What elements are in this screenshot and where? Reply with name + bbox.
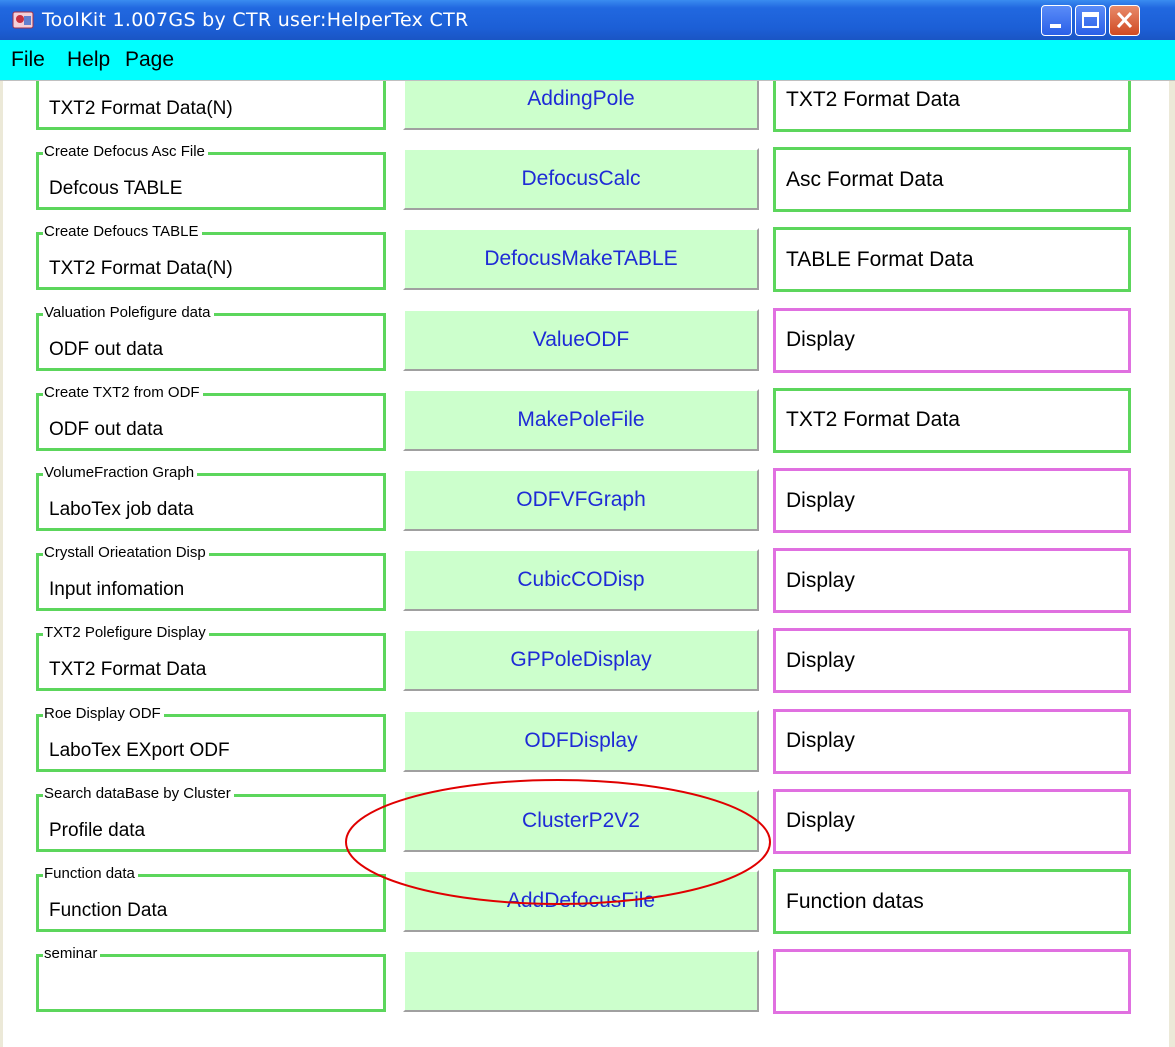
action-button[interactable]: ODFVFGraph (403, 469, 759, 531)
group-input-label: LaboTex job data (49, 499, 194, 520)
input-group: Create TXT2 from ODF ODF out data (36, 383, 386, 451)
menu-help[interactable]: Help (67, 48, 110, 72)
group-input-label: Function Data (49, 900, 168, 921)
output-format-box: TABLE Format Data (773, 227, 1131, 293)
group-input-label: TXT2 Format Data(N) (49, 98, 233, 119)
group-title: Roe Display ODF (43, 704, 164, 722)
input-group: Create Defoucs TABLE TXT2 Format Data(N) (36, 223, 386, 291)
output-display-box: Display (773, 788, 1131, 854)
output-display-box: Display (773, 307, 1131, 373)
tool-panel: Avarege of PoleFigureTXT2 Format Data(N)… (3, 81, 1169, 1047)
input-group: Roe Display ODF LaboTex EXport ODF (36, 704, 386, 772)
output-format-box: TXT2 Format Data (773, 81, 1131, 132)
window-title: ToolKit 1.007GS by CTR user:HelperTex CT… (42, 9, 469, 31)
group-title: Crystall Orieatation Disp (43, 544, 209, 562)
action-button[interactable]: AddingPole (403, 81, 759, 130)
input-group: Avarege of PoleFigureTXT2 Format Data(N) (36, 81, 386, 130)
input-group: Search dataBase by Cluster Profile data (36, 784, 386, 852)
group-title: seminar (43, 945, 101, 963)
input-group: Function data Function Data (36, 865, 386, 932)
output-display-box: Display (773, 708, 1131, 774)
output-format-box: Function datas (773, 869, 1131, 934)
close-button[interactable] (1109, 5, 1140, 36)
action-button[interactable]: CubicCODisp (403, 549, 759, 612)
action-button[interactable]: ODFDisplay (403, 709, 759, 772)
action-button[interactable]: ClusterP2V2 (403, 789, 759, 852)
output-display-box (773, 949, 1131, 1015)
action-button[interactable]: GPPoleDisplay (403, 629, 759, 692)
minimize-icon (1050, 24, 1061, 28)
input-group: TXT2 Polefigure Display TXT2 Format Data (36, 624, 386, 692)
output-display-box: Display (773, 628, 1131, 694)
input-group: Valuation Polefigure data ODF out data (36, 303, 386, 371)
output-display-box: Display (773, 468, 1131, 533)
maximize-button[interactable] (1075, 5, 1106, 36)
app-icon (12, 11, 34, 29)
title-bar: ToolKit 1.007GS by CTR user:HelperTex CT… (0, 0, 1175, 40)
close-icon (1116, 11, 1133, 29)
group-input-label: ODF out data (49, 418, 164, 440)
action-button[interactable]: DefocusCalc (403, 148, 759, 211)
input-group: Create Defocus Asc File Defcous TABLE (36, 143, 386, 211)
group-title: Valuation Polefigure data (43, 303, 214, 321)
output-display-box: Display (773, 548, 1131, 614)
group-input-label: Input infomation (49, 579, 185, 601)
group-title: Create Defoucs TABLE (43, 223, 202, 241)
action-button[interactable]: MakePoleFile (403, 388, 759, 451)
maximize-icon (1082, 12, 1099, 28)
menu-page[interactable]: Page (125, 48, 174, 72)
group-title: Function data (43, 865, 138, 882)
action-button[interactable]: DefocusMakeTABLE (403, 228, 759, 291)
action-button[interactable] (403, 950, 759, 1013)
group-title: VolumeFraction Graph (43, 464, 198, 481)
group-input-label: LaboTex EXport ODF (49, 739, 230, 761)
group-input-label: Defcous TABLE (49, 178, 183, 200)
input-group: VolumeFraction Graph LaboTex job data (36, 464, 386, 531)
group-input-label: TXT2 Format Data (49, 659, 207, 681)
menu-bar: File Help Page (0, 40, 1175, 81)
group-input-label: TXT2 Format Data(N) (49, 258, 233, 280)
group-title: Search dataBase by Cluster (43, 784, 234, 802)
group-title: Create TXT2 from ODF (43, 383, 203, 401)
menu-file[interactable]: File (11, 48, 45, 72)
group-input-label: Profile data (49, 819, 146, 841)
group-input-label: ODF out data (49, 338, 164, 360)
group-title: Create Defocus Asc File (43, 143, 208, 161)
action-button[interactable]: ValueODF (403, 308, 759, 371)
group-title: TXT2 Polefigure Display (43, 624, 209, 642)
input-group: Crystall Orieatation Disp Input infomatio… (36, 544, 386, 612)
input-group: seminar (36, 945, 386, 1013)
output-format-box: Asc Format Data (773, 147, 1131, 213)
output-format-box: TXT2 Format Data (773, 387, 1131, 453)
minimize-button[interactable] (1041, 5, 1072, 36)
action-button[interactable]: AddDefocusFile (403, 870, 759, 932)
